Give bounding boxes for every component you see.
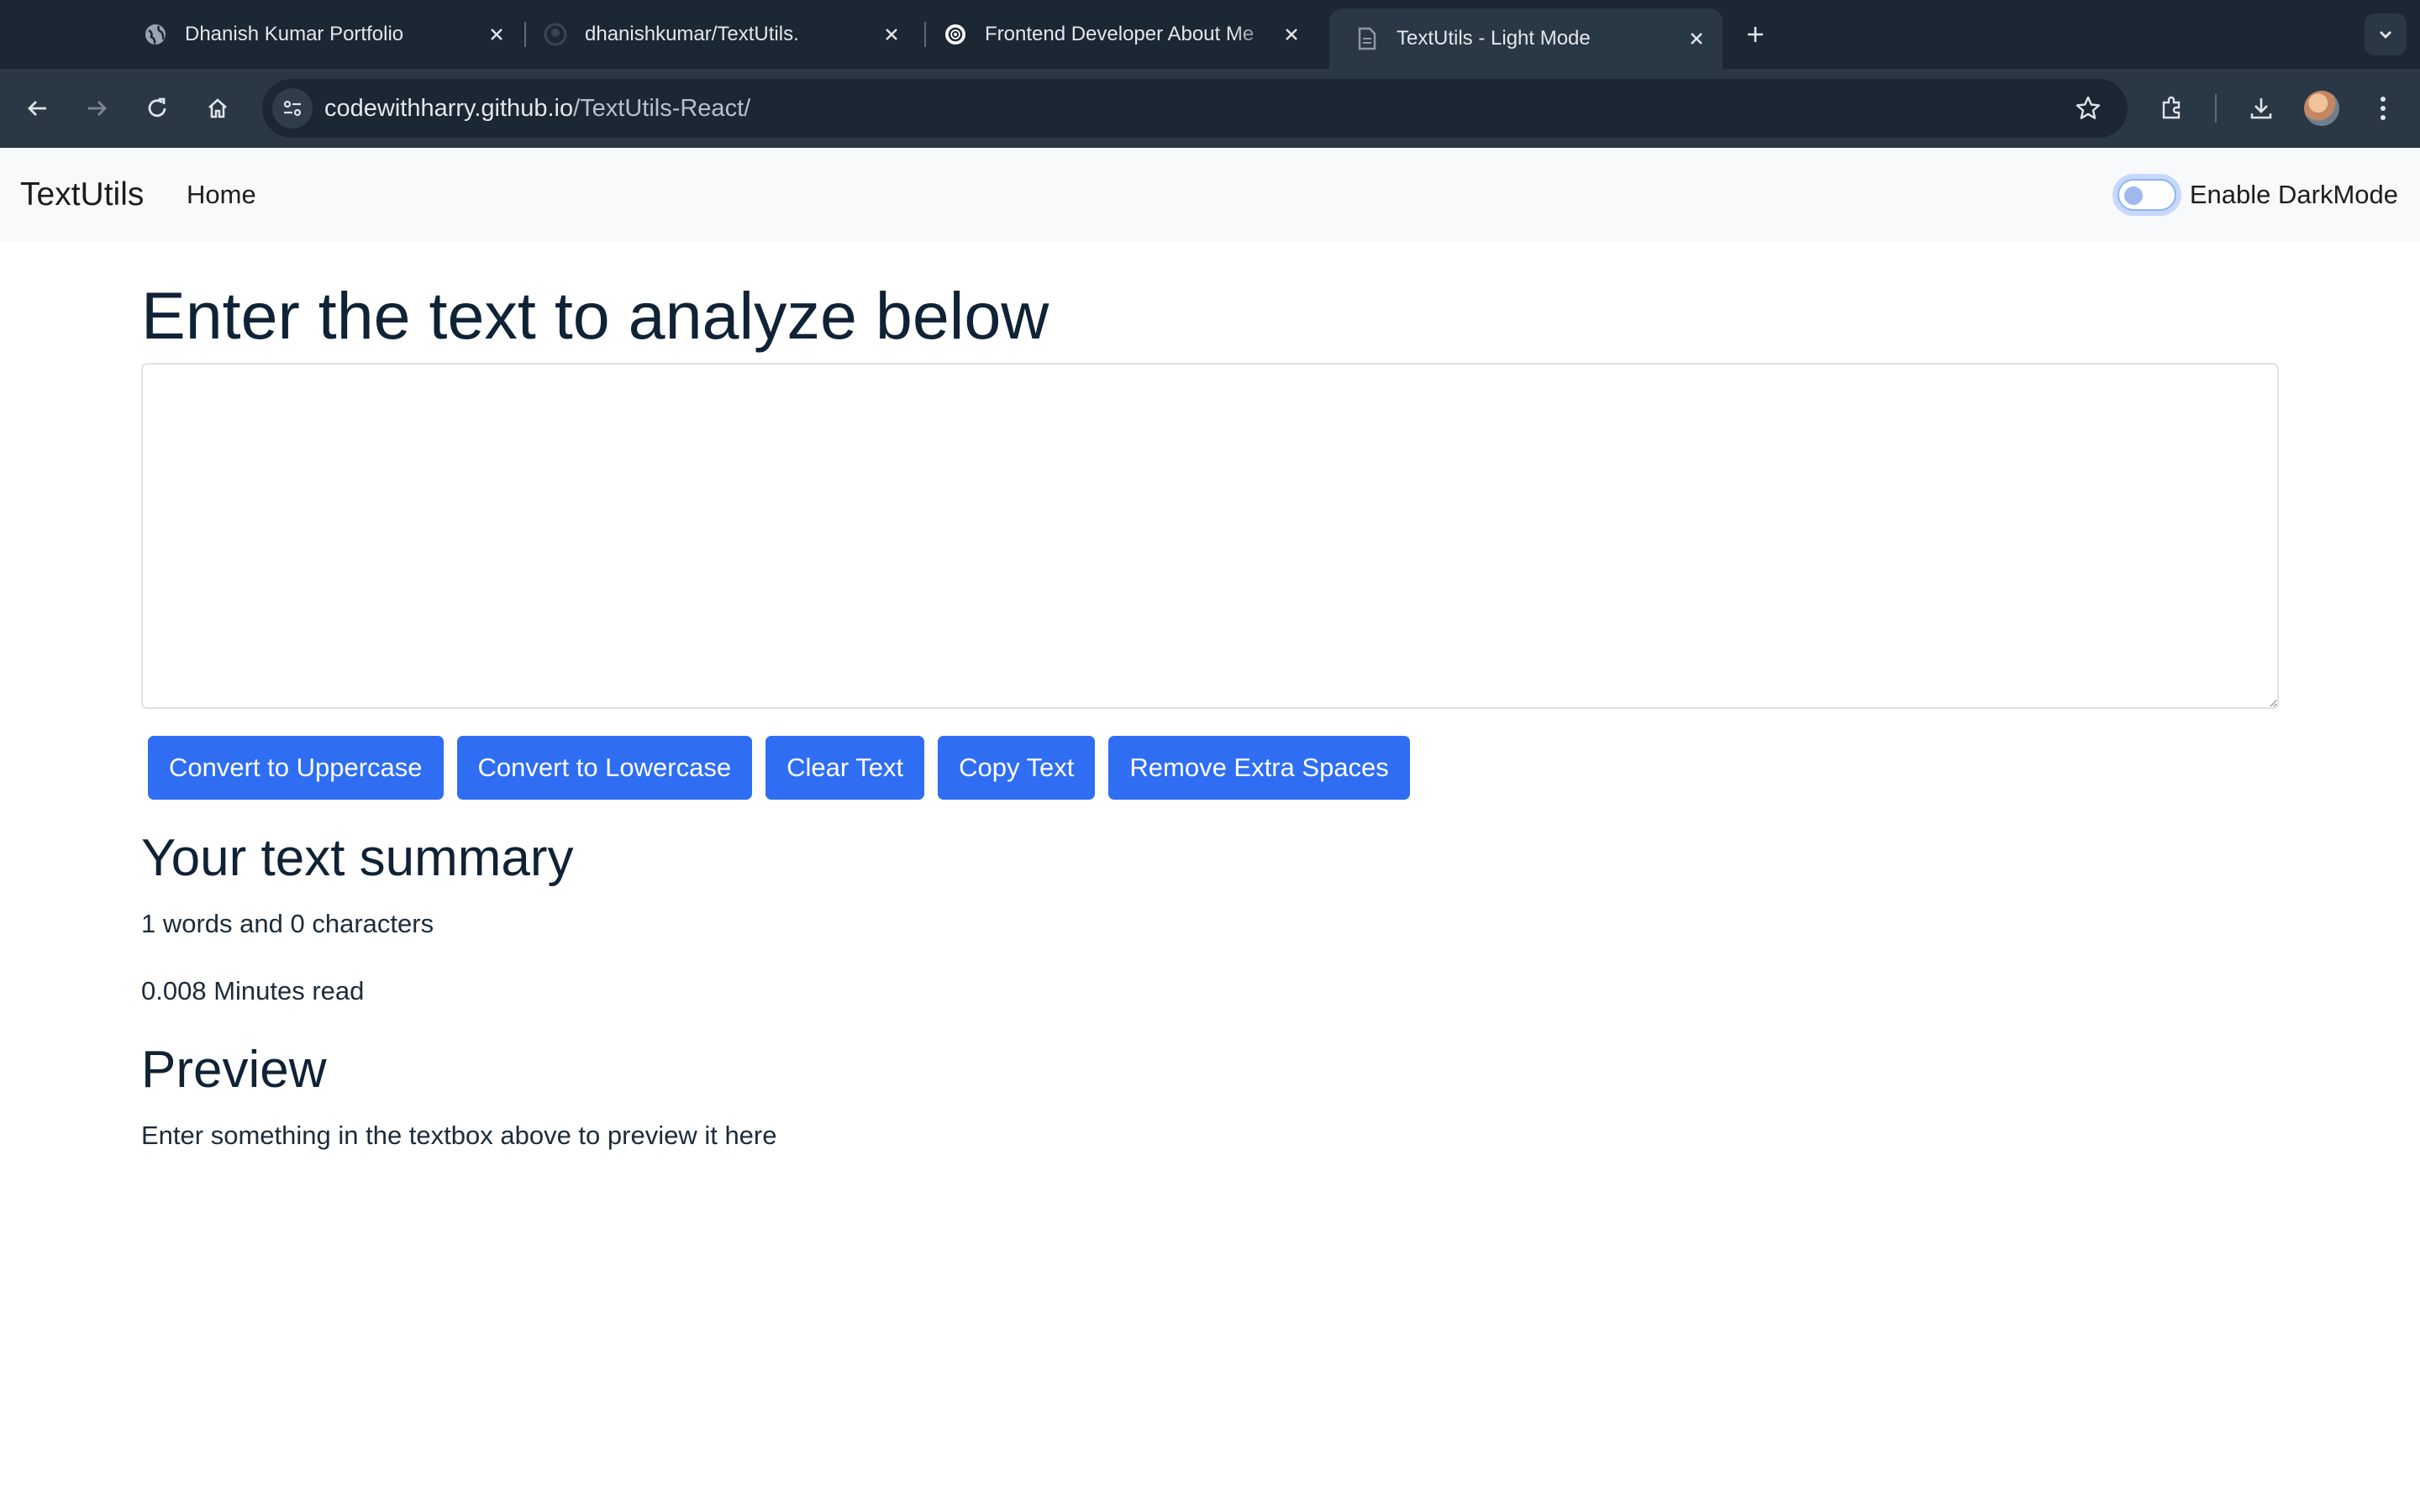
page-heading: Enter the text to analyze below	[141, 278, 1050, 353]
openai-icon	[943, 22, 968, 47]
darkmode-toggle-group[interactable]: Enable DarkMode	[2117, 173, 2398, 217]
tab-strip: Dhanish Kumar Portfolio dhanishkumar/Tex…	[0, 0, 2420, 69]
kebab-menu-icon[interactable]	[2364, 89, 2402, 128]
summary-heading: Your text summary	[141, 829, 574, 887]
tab-title: dhanishkumar/TextUtils.	[585, 23, 799, 45]
home-icon[interactable]	[198, 89, 237, 128]
tab-frontend-about[interactable]: Frontend Developer About Me	[918, 8, 1318, 60]
toolbar-divider	[2215, 94, 2217, 123]
copy-text-button[interactable]: Copy Text	[938, 736, 1096, 800]
tab-title: Dhanish Kumar Portfolio	[185, 23, 404, 45]
preview-heading: Preview	[141, 1041, 327, 1099]
new-tab-icon[interactable]	[1739, 18, 1771, 50]
darkmode-label[interactable]: Enable DarkMode	[2190, 180, 2398, 210]
remove-spaces-button[interactable]: Remove Extra Spaces	[1108, 736, 1410, 800]
site-info-icon[interactable]	[272, 88, 313, 129]
tab-textutils[interactable]: TextUtils - Light Mode	[1329, 8, 1723, 69]
download-icon[interactable]	[2242, 89, 2281, 128]
close-tab-icon[interactable]	[877, 20, 906, 49]
preview-text: Enter something in the textbox above to …	[141, 1121, 777, 1150]
word-count-text: 1 words and 0 characters	[141, 909, 434, 938]
profile-avatar[interactable]	[2304, 91, 2339, 126]
lowercase-button[interactable]: Convert to Lowercase	[456, 736, 753, 800]
nav-link-home[interactable]: Home	[187, 148, 256, 242]
navbar-brand[interactable]: TextUtils	[20, 148, 144, 242]
close-tab-icon[interactable]	[482, 20, 511, 49]
github-icon	[543, 22, 568, 47]
tab-portfolio[interactable]: Dhanish Kumar Portfolio	[118, 8, 523, 60]
clear-text-button[interactable]: Clear Text	[765, 736, 925, 800]
address-bar[interactable]: codewithharry.github.io/TextUtils-React/	[262, 79, 2128, 138]
close-tab-icon[interactable]	[1277, 20, 1306, 49]
tab-title: Frontend Developer About Me	[985, 23, 1255, 45]
forward-arrow-icon[interactable]	[77, 89, 116, 128]
tab-search-chevron-icon[interactable]	[2365, 13, 2407, 55]
back-arrow-icon[interactable]	[18, 89, 57, 128]
action-buttons: Convert to Uppercase Convert to Lowercas…	[148, 736, 1423, 800]
tab-title: TextUtils - Light Mode	[1397, 27, 1591, 50]
reload-icon[interactable]	[138, 89, 176, 128]
url-host: codewithharry.github.io	[324, 95, 574, 122]
url-text[interactable]: codewithharry.github.io/TextUtils-React/	[324, 79, 750, 138]
text-input-area[interactable]	[141, 363, 2279, 709]
tab-github[interactable]: dhanishkumar/TextUtils.	[518, 8, 918, 60]
read-time-text: 0.008 Minutes read	[141, 976, 365, 1005]
app-navbar: TextUtils Home Enable DarkMode	[0, 148, 2420, 242]
switch-knob	[2123, 186, 2143, 205]
document-icon	[1355, 26, 1380, 51]
globe-icon	[143, 22, 168, 47]
bookmark-star-icon[interactable]	[2069, 89, 2107, 128]
darkmode-switch[interactable]	[2117, 179, 2176, 211]
extensions-puzzle-icon[interactable]	[2153, 89, 2191, 128]
browser-toolbar: codewithharry.github.io/TextUtils-React/	[0, 69, 2420, 148]
close-tab-icon[interactable]	[1682, 24, 1711, 53]
url-path: /TextUtils-React/	[573, 95, 751, 122]
uppercase-button[interactable]: Convert to Uppercase	[148, 736, 444, 800]
